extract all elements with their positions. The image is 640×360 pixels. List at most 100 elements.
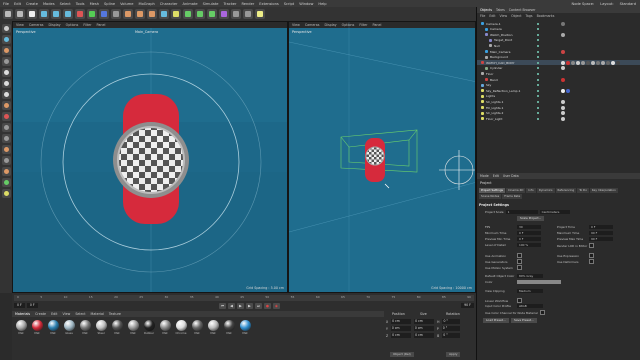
material-swatch[interactable]: Mat [15, 320, 27, 335]
menu-item-extensions[interactable]: Extensions [259, 2, 279, 6]
visibility-dot-icon[interactable] [537, 44, 539, 47]
attr-menu-user-data[interactable]: User Data [503, 174, 519, 178]
scale-button[interactable] [51, 9, 61, 19]
tag-icon[interactable] [561, 60, 565, 65]
menu-item-script[interactable]: Script [284, 2, 294, 6]
material-swatch[interactable]: Mat [239, 320, 251, 335]
menu-item-create[interactable]: Create [26, 2, 38, 6]
record-button[interactable]: ● [263, 302, 271, 309]
maximum-time-field[interactable]: 90 F [589, 231, 613, 235]
object-row[interactable]: Watch_Position [477, 32, 640, 37]
tab-key-interpolation[interactable]: Key Interpolation [589, 188, 618, 193]
menu-item-select[interactable]: Select [60, 2, 71, 6]
use-generators-checkbox[interactable] [517, 259, 522, 264]
material-swatch[interactable]: Chrome [175, 320, 187, 335]
object-row[interactable]: Target_Point [477, 38, 640, 43]
size-y-field[interactable]: 0 cm [413, 326, 434, 331]
tab-scene-nodes[interactable]: Scene Nodes [479, 194, 502, 199]
material-menu-texture[interactable]: Texture [109, 312, 121, 316]
tab-dynamics[interactable]: Dynamics [536, 188, 555, 193]
rotation-h-field[interactable]: 0 ° [442, 319, 461, 324]
undo-button[interactable] [3, 9, 13, 19]
object-row[interactable]: Fill_Lights.1 [477, 105, 640, 110]
menu-item-spline[interactable]: Spline [104, 2, 115, 6]
tag-icon[interactable] [596, 60, 600, 65]
material-swatch[interactable]: Steel [95, 320, 107, 335]
axis-mode-button[interactable] [1, 101, 11, 110]
view-clipping-select[interactable]: Medium [517, 289, 543, 293]
pen-button[interactable] [171, 9, 181, 19]
viewport-perspective-left[interactable]: View Cameras Display Options Filter Pane… [12, 21, 288, 293]
minimum-time-field[interactable]: 0 F [517, 231, 541, 235]
tab-referencing[interactable]: Referencing [555, 188, 577, 193]
tag-icon[interactable] [601, 60, 605, 65]
viewport-solo-button[interactable] [1, 156, 11, 165]
live-select-button[interactable] [27, 9, 37, 19]
next-key-button[interactable]: ▶ [245, 302, 253, 309]
points-mode-button[interactable] [1, 68, 11, 77]
use-motion-system-checkbox[interactable] [517, 265, 522, 270]
layout-select[interactable]: Standard [620, 2, 636, 6]
tag-icon[interactable] [616, 60, 620, 65]
previous-key-button[interactable]: ◀ [227, 302, 235, 309]
move-button[interactable] [39, 9, 49, 19]
tag-icon[interactable] [586, 60, 590, 65]
visibility-dot-icon[interactable] [537, 39, 539, 42]
tag-icon[interactable] [561, 111, 565, 116]
camera-button[interactable] [243, 9, 253, 19]
visibility-dot-icon[interactable] [537, 78, 539, 81]
autokey-button[interactable]: ◉ [272, 302, 280, 309]
position-x-field[interactable]: 0 cm [391, 319, 412, 324]
texture-mode-button[interactable] [1, 46, 11, 55]
bend-button[interactable] [219, 9, 229, 19]
current-frame-field[interactable]: 0 F [26, 303, 38, 308]
x-axis-button[interactable] [75, 9, 85, 19]
use-animation-checkbox[interactable] [517, 253, 522, 258]
material-swatch[interactable]: Mat [127, 320, 139, 335]
tag-icon[interactable] [566, 88, 570, 93]
om-menu-file[interactable]: File [480, 14, 485, 18]
tag-icon[interactable] [611, 60, 615, 65]
tab-frame-rate[interactable]: Frame Rate [502, 194, 523, 199]
material-swatch[interactable]: Rubber [143, 320, 155, 335]
tag-icon[interactable] [581, 60, 585, 65]
locked-workplane-button[interactable] [1, 134, 11, 143]
visibility-dot-icon[interactable] [537, 61, 539, 64]
visibility-dot-icon[interactable] [537, 100, 539, 103]
menu-item-render[interactable]: Render [241, 2, 254, 6]
tab-cinema-4d[interactable]: Cinema 4D [505, 188, 526, 193]
color-swatch[interactable] [517, 280, 561, 284]
menu-item-help[interactable]: Help [318, 2, 326, 6]
visibility-dot-icon[interactable] [537, 67, 539, 70]
go-to-start-button[interactable]: ⏮ [218, 302, 226, 309]
play-button[interactable]: ▶ [236, 302, 244, 309]
attr-menu-edit[interactable]: Edit [493, 174, 499, 178]
tab-info[interactable]: Info [526, 188, 536, 193]
material-menu-create[interactable]: Create [35, 312, 46, 316]
material-swatch[interactable]: Mat [207, 320, 219, 335]
use-expression-checkbox[interactable] [589, 253, 594, 258]
visibility-dot-icon[interactable] [537, 22, 539, 25]
level-of-detail-field[interactable]: 100 % [517, 243, 541, 247]
project-scale-unit-select[interactable]: Centimeters [539, 210, 570, 214]
coordinate-system-button[interactable] [111, 9, 121, 19]
timeline-ruler[interactable]: 0 5 10 15 20 25 30 35 40 45 50 55 60 65 … [14, 295, 474, 301]
material-swatch[interactable]: Glass [63, 320, 75, 335]
tab-project-settings[interactable]: Project Settings [479, 188, 505, 193]
tab-content-browser[interactable]: Content Browser [509, 8, 536, 12]
edges-mode-button[interactable] [1, 79, 11, 88]
size-x-field[interactable]: 0 cm [414, 319, 435, 324]
visibility-dot-icon[interactable] [537, 84, 539, 87]
material-swatch[interactable]: Mat [191, 320, 203, 335]
object-row[interactable]: Cylinder [477, 66, 640, 71]
save-preset-button[interactable]: Save Preset... [511, 318, 537, 323]
tag-icon[interactable] [561, 116, 565, 121]
rotate-button[interactable] [63, 9, 73, 19]
tag-icon[interactable] [571, 60, 575, 65]
default-object-color-select[interactable]: 80% Gray [517, 274, 543, 278]
tag-icon[interactable] [591, 60, 595, 65]
tag-icon[interactable] [561, 66, 565, 71]
go-to-end-button[interactable]: ⏭ [254, 302, 262, 309]
size-z-field[interactable]: 0 cm [414, 333, 435, 338]
material-menu-material[interactable]: Material [90, 312, 103, 316]
